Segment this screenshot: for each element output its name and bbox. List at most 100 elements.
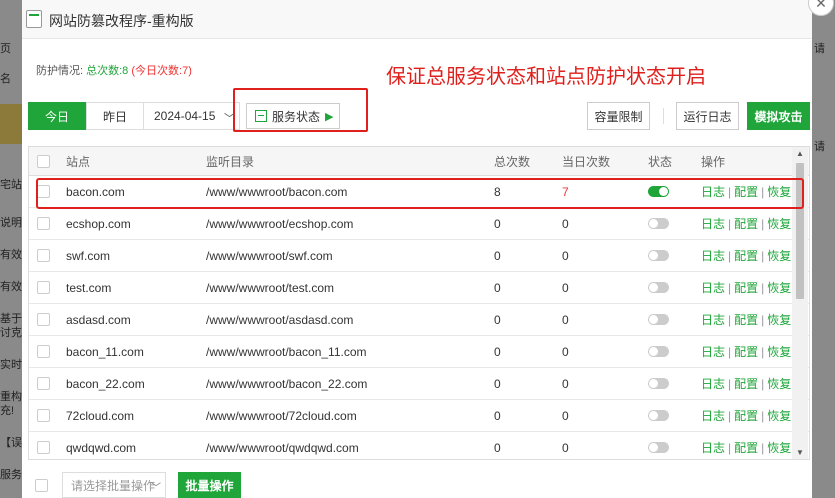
protection-toggle[interactable]: [648, 282, 669, 293]
protection-toggle[interactable]: [648, 442, 669, 453]
restore-link[interactable]: 恢复: [767, 215, 791, 232]
annotation-box-service: [233, 88, 368, 132]
config-link[interactable]: 配置: [734, 343, 758, 360]
chevron-down-icon: ﹀: [151, 483, 161, 494]
config-link[interactable]: 配置: [734, 375, 758, 392]
row-total: 0: [494, 408, 501, 423]
capacity-limit-button[interactable]: 容量限制: [587, 102, 650, 130]
config-link[interactable]: 配置: [734, 279, 758, 296]
bg-fragment: 说明: [0, 217, 22, 229]
header-today: 当日次数: [562, 154, 611, 169]
bg-fragment: 充!: [0, 405, 15, 417]
row-checkbox[interactable]: [37, 217, 50, 230]
background-page-right: 请 请: [812, 0, 835, 498]
header-op: 操作: [701, 154, 726, 169]
bg-fragment: 请: [814, 43, 825, 55]
row-checkbox[interactable]: [37, 345, 50, 358]
scroll-down-icon[interactable]: ▼: [796, 448, 804, 457]
config-link[interactable]: 配置: [734, 215, 758, 232]
protection-toggle[interactable]: [648, 218, 669, 229]
log-link[interactable]: 日志: [701, 215, 725, 232]
row-site: test.com: [66, 280, 112, 295]
bottom-select-all-checkbox[interactable]: [35, 479, 48, 492]
restore-link[interactable]: 恢复: [767, 343, 791, 360]
log-link[interactable]: 日志: [701, 439, 725, 456]
batch-operation-button[interactable]: 批量操作: [178, 472, 241, 498]
table-body: bacon.com/www/wwwroot/bacon.com 8 7 日志 | 配置 | 恢…: [29, 176, 809, 459]
bg-fragment: 讨克: [0, 327, 22, 339]
row-checkbox[interactable]: [37, 441, 50, 454]
row-today: 0: [562, 248, 569, 263]
config-link[interactable]: 配置: [734, 407, 758, 424]
table-row: swf.com/www/wwwroot/swf.com 0 0 日志 | 配置 | 恢复: [29, 240, 809, 272]
row-checkbox[interactable]: [37, 281, 50, 294]
log-link[interactable]: 日志: [701, 279, 725, 296]
row-total: 0: [494, 440, 501, 455]
select-all-checkbox[interactable]: [37, 154, 50, 168]
run-log-button[interactable]: 运行日志: [676, 102, 739, 130]
config-link[interactable]: 配置: [734, 311, 758, 328]
row-total: 0: [494, 312, 501, 327]
protection-toggle[interactable]: [648, 346, 669, 357]
row-today: 0: [562, 376, 569, 391]
restore-link[interactable]: 恢复: [767, 439, 791, 456]
log-link[interactable]: 日志: [701, 343, 725, 360]
annotation-box-row: [36, 178, 804, 209]
protection-total-count: 总次数:8: [86, 65, 129, 77]
row-checkbox[interactable]: [37, 409, 50, 422]
row-total: 0: [494, 216, 501, 231]
row-actions: 日志 | 配置 | 恢复: [701, 336, 791, 367]
protection-status-label: 防护情况:: [36, 65, 84, 77]
protection-toggle[interactable]: [648, 314, 669, 325]
date-picker[interactable]: 2024-04-15 ﹀: [144, 102, 240, 130]
row-today: 0: [562, 344, 569, 359]
scroll-up-icon[interactable]: ▲: [796, 149, 804, 158]
op-separator: |: [728, 248, 732, 263]
log-link[interactable]: 日志: [701, 375, 725, 392]
log-link[interactable]: 日志: [701, 247, 725, 264]
restore-link[interactable]: 恢复: [767, 247, 791, 264]
table-row: qwdqwd.com/www/wwwroot/qwdqwd.com 0 0 日志 | 配置…: [29, 432, 809, 459]
row-dir: /www/wwwroot/bacon_22.com: [206, 376, 368, 391]
log-link[interactable]: 日志: [701, 407, 725, 424]
header-state: 状态: [648, 154, 673, 169]
op-separator: |: [761, 408, 765, 423]
log-link[interactable]: 日志: [701, 311, 725, 328]
restore-link[interactable]: 恢复: [767, 375, 791, 392]
op-separator: |: [761, 280, 765, 295]
protection-toggle[interactable]: [648, 410, 669, 421]
row-site: 72cloud.com: [66, 408, 135, 423]
row-actions: 日志 | 配置 | 恢复: [701, 240, 791, 271]
protection-toggle[interactable]: [648, 378, 669, 389]
row-today: 0: [562, 440, 569, 455]
bg-fragment: 有效: [0, 249, 22, 261]
today-button[interactable]: 今日: [28, 102, 86, 130]
row-actions: 日志 | 配置 | 恢复: [701, 272, 791, 303]
op-separator: |: [728, 344, 732, 359]
row-actions: 日志 | 配置 | 恢复: [701, 432, 791, 459]
protection-toggle[interactable]: [648, 250, 669, 261]
simulate-attack-button[interactable]: 模拟攻击: [747, 102, 810, 130]
table-row: bacon_22.com/www/wwwroot/bacon_22.com 0 0 日…: [29, 368, 809, 400]
config-link[interactable]: 配置: [734, 439, 758, 456]
row-today: 0: [562, 280, 569, 295]
config-link[interactable]: 配置: [734, 247, 758, 264]
restore-link[interactable]: 恢复: [767, 407, 791, 424]
op-separator: |: [761, 344, 765, 359]
op-separator: |: [728, 440, 732, 455]
restore-link[interactable]: 恢复: [767, 311, 791, 328]
row-checkbox[interactable]: [37, 313, 50, 326]
batch-operation-select[interactable]: 请选择批量操作 ﹀: [62, 472, 166, 498]
bg-fragment: 服务: [0, 469, 22, 481]
row-total: 0: [494, 376, 501, 391]
restore-link[interactable]: 恢复: [767, 279, 791, 296]
row-dir: /www/wwwroot/qwdqwd.com: [206, 440, 359, 455]
bg-fragment: 实时: [0, 359, 22, 371]
row-dir: /www/wwwroot/test.com: [206, 280, 335, 295]
yesterday-button[interactable]: 昨日: [86, 102, 144, 130]
row-total: 0: [494, 248, 501, 263]
row-site: bacon_22.com: [66, 376, 145, 391]
op-separator: |: [761, 440, 765, 455]
row-checkbox[interactable]: [37, 377, 50, 390]
row-checkbox[interactable]: [37, 249, 50, 262]
